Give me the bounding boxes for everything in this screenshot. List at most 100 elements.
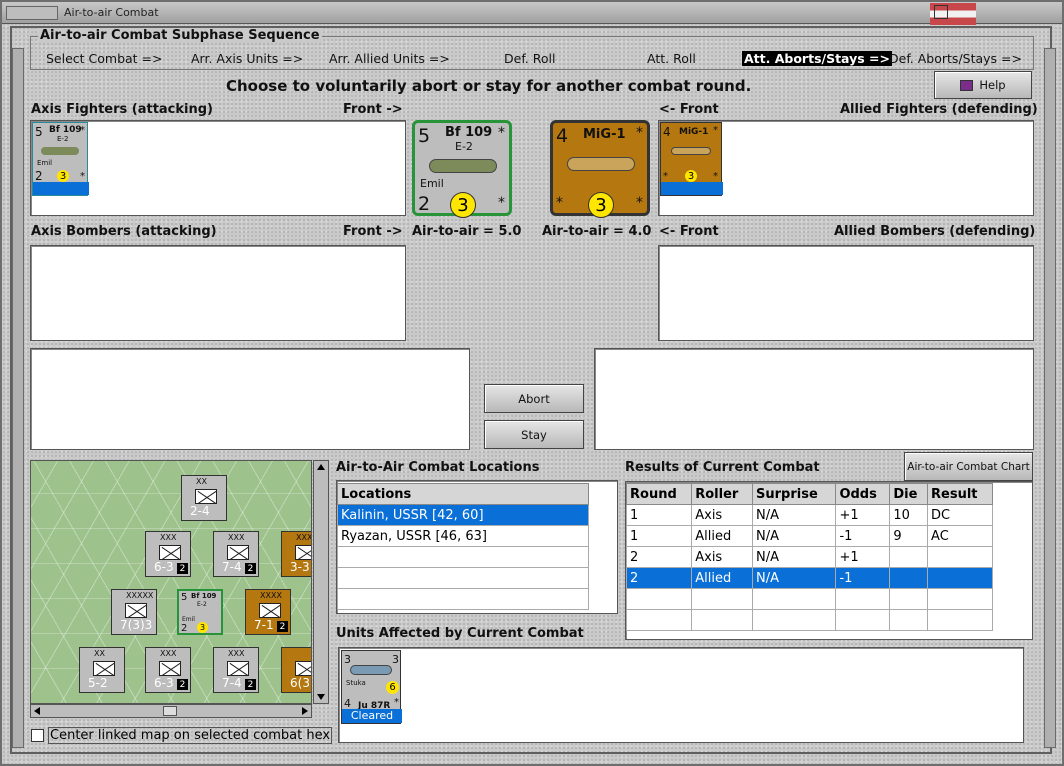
- map-air-counter[interactable]: 5 Bf 109 E-2 Emil 2 3: [177, 589, 223, 635]
- axis-info-panel: [30, 348, 470, 450]
- linked-map[interactable]: XX2-4 XXX6-32 XXX7-42 XXX3-32 XXXXX7(3)3…: [30, 460, 312, 704]
- scroll-up-icon[interactable]: [317, 464, 325, 470]
- window-control-button[interactable]: [6, 6, 58, 20]
- result-row: [625, 588, 993, 610]
- map-counter[interactable]: XXXX 7-1 2: [245, 589, 291, 635]
- center-map-checkbox[interactable]: [31, 729, 44, 742]
- sequence-title: Air-to-air Combat Subphase Sequence: [38, 28, 322, 43]
- result-row[interactable]: 1 Axis N/A +1 10 DC: [625, 504, 993, 526]
- axis-fighters-label: Axis Fighters (attacking): [31, 102, 213, 117]
- german-flag-icon: [930, 3, 976, 25]
- scroll-left-icon[interactable]: [34, 707, 40, 715]
- abort-button[interactable]: Abort: [484, 384, 584, 413]
- allied-air-value: Air-to-air = 4.0: [542, 224, 652, 239]
- locations-header: Locations: [337, 483, 589, 505]
- allied-fighter-counter[interactable]: 4 MiG-1 * * 3 *: [660, 122, 723, 196]
- col-round: Round: [625, 483, 693, 505]
- col-result: Result: [927, 483, 993, 505]
- allied-fighters-panel[interactable]: 4 MiG-1 * * 3 *: [658, 120, 1034, 216]
- selection-bar: [661, 182, 723, 195]
- locations-table: Locations Kalinin, USSR [42, 60] Ryazan,…: [337, 483, 589, 610]
- allied-bombers-panel[interactable]: [658, 245, 1034, 341]
- scroll-down-icon[interactable]: [317, 694, 325, 700]
- axis-bombers-front: Front ->: [343, 224, 403, 239]
- location-row: [337, 546, 589, 568]
- map-counter[interactable]: XXX 6-3 2: [145, 647, 191, 693]
- axis-fighter-counter[interactable]: 5 Bf 109 * E-2 Emil 2 3 *: [32, 122, 89, 196]
- result-row[interactable]: 2 Allied N/A -1: [625, 567, 993, 589]
- seq-att-roll: Att. Roll: [647, 51, 696, 66]
- ju87-plane-icon: [350, 665, 392, 675]
- seq-arr-allied: Arr. Allied Units =>: [329, 51, 450, 66]
- map-counter[interactable]: XXX 7-4 2: [213, 647, 259, 693]
- location-row[interactable]: Kalinin, USSR [42, 60]: [337, 504, 589, 526]
- help-label: Help: [979, 78, 1006, 92]
- result-row[interactable]: 2 Axis N/A +1: [625, 546, 993, 568]
- unit-symbol-icon: [295, 545, 311, 560]
- right-border-bar: [1044, 48, 1056, 748]
- units-affected-label: Units Affected by Current Combat: [336, 626, 584, 641]
- unit-symbol-icon: [227, 661, 249, 676]
- map-horizontal-scrollbar[interactable]: [30, 704, 312, 718]
- affected-unit-counter[interactable]: 3 3 Stuka 6 4 Ju 87R * Cleared: [341, 650, 402, 724]
- seq-arr-axis: Arr. Axis Units =>: [191, 51, 304, 66]
- col-die: Die: [889, 483, 929, 505]
- unit-symbol-icon: [295, 661, 311, 676]
- unit-symbol-icon: [227, 545, 249, 560]
- results-label: Results of Current Combat: [625, 460, 820, 475]
- seq-att-aborts-active: Att. Aborts/Stays =>: [742, 51, 892, 66]
- combat-chart-button[interactable]: Air-to-air Combat Chart: [904, 452, 1033, 481]
- col-surprise: Surprise: [752, 483, 837, 505]
- seq-def-roll: Def. Roll: [504, 51, 556, 66]
- axis-fighters-panel[interactable]: 5 Bf 109 * E-2 Emil 2 3 *: [30, 120, 406, 216]
- unit-symbol-icon: [259, 603, 281, 618]
- results-table: Round Roller Surprise Odds Die Result 1A…: [625, 483, 993, 631]
- col-roller: Roller: [691, 483, 754, 505]
- locations-label: Air-to-Air Combat Locations: [336, 460, 540, 475]
- help-button[interactable]: Help: [934, 71, 1032, 99]
- axis-bombers-label: Axis Bombers (attacking): [31, 224, 217, 239]
- location-row[interactable]: Ryazan, USSR [46, 63]: [337, 525, 589, 547]
- mig1-plane-icon: [567, 157, 635, 171]
- title-bar: Air-to-air Combat: [2, 2, 1062, 25]
- location-row: [337, 588, 589, 610]
- scroll-right-icon[interactable]: [302, 707, 308, 715]
- status-badge: Cleared: [342, 709, 402, 723]
- axis-duel-counter: 5 Bf 109 * E-2 Emil 2 3 *: [412, 120, 512, 218]
- left-border-bar: [12, 48, 24, 748]
- axis-air-value: Air-to-air = 5.0: [412, 224, 522, 239]
- map-counter[interactable]: XXXXX 7(3)3: [111, 589, 157, 635]
- map-counter[interactable]: 6(3): [281, 647, 311, 693]
- window-title: Air-to-air Combat: [64, 6, 159, 19]
- result-row: [625, 609, 993, 631]
- allied-fighters-label: Allied Fighters (defending): [840, 102, 1038, 117]
- allied-duel-counter: 4 MiG-1 * * 3 *: [550, 120, 650, 218]
- scroll-thumb[interactable]: [163, 706, 177, 716]
- unit-symbol-icon: [195, 489, 217, 504]
- unit-symbol-icon: [125, 603, 147, 618]
- map-counter[interactable]: XX 2-4: [181, 475, 227, 521]
- seq-def-aborts: Def. Aborts/Stays =>: [889, 51, 1022, 66]
- instruction-text: Choose to voluntarily abort or stay for …: [226, 77, 752, 95]
- selection-bar: [33, 182, 89, 195]
- axis-bombers-panel[interactable]: [30, 245, 406, 341]
- axis-fighters-front: Front ->: [343, 102, 403, 117]
- col-odds: Odds: [835, 483, 891, 505]
- center-map-label[interactable]: Center linked map on selected combat hex: [48, 727, 332, 744]
- seq-select-combat: Select Combat =>: [46, 51, 163, 66]
- bf109-plane-icon: [429, 159, 497, 173]
- plane-icon: [41, 147, 79, 155]
- stay-button[interactable]: Stay: [484, 420, 584, 449]
- map-counter[interactable]: XXX 7-4 2: [213, 531, 259, 577]
- result-row[interactable]: 1 Allied N/A -1 9 AC: [625, 525, 993, 547]
- units-affected-panel: 3 3 Stuka 6 4 Ju 87R * Cleared: [338, 647, 1024, 743]
- map-counter[interactable]: XXX3-32: [281, 531, 311, 577]
- allied-bombers-label: Allied Bombers (defending): [834, 224, 1036, 239]
- air-to-air-combat-window: Air-to-air Combat Air-to-air Combat Subp…: [0, 0, 1064, 766]
- map-vertical-scrollbar[interactable]: [313, 460, 329, 704]
- unit-symbol-icon: [93, 661, 115, 676]
- unit-symbol-icon: [159, 545, 181, 560]
- map-counter[interactable]: XXX 6-3 2: [145, 531, 191, 577]
- map-counter[interactable]: XX 5-2: [79, 647, 125, 693]
- plane-icon: [671, 147, 711, 155]
